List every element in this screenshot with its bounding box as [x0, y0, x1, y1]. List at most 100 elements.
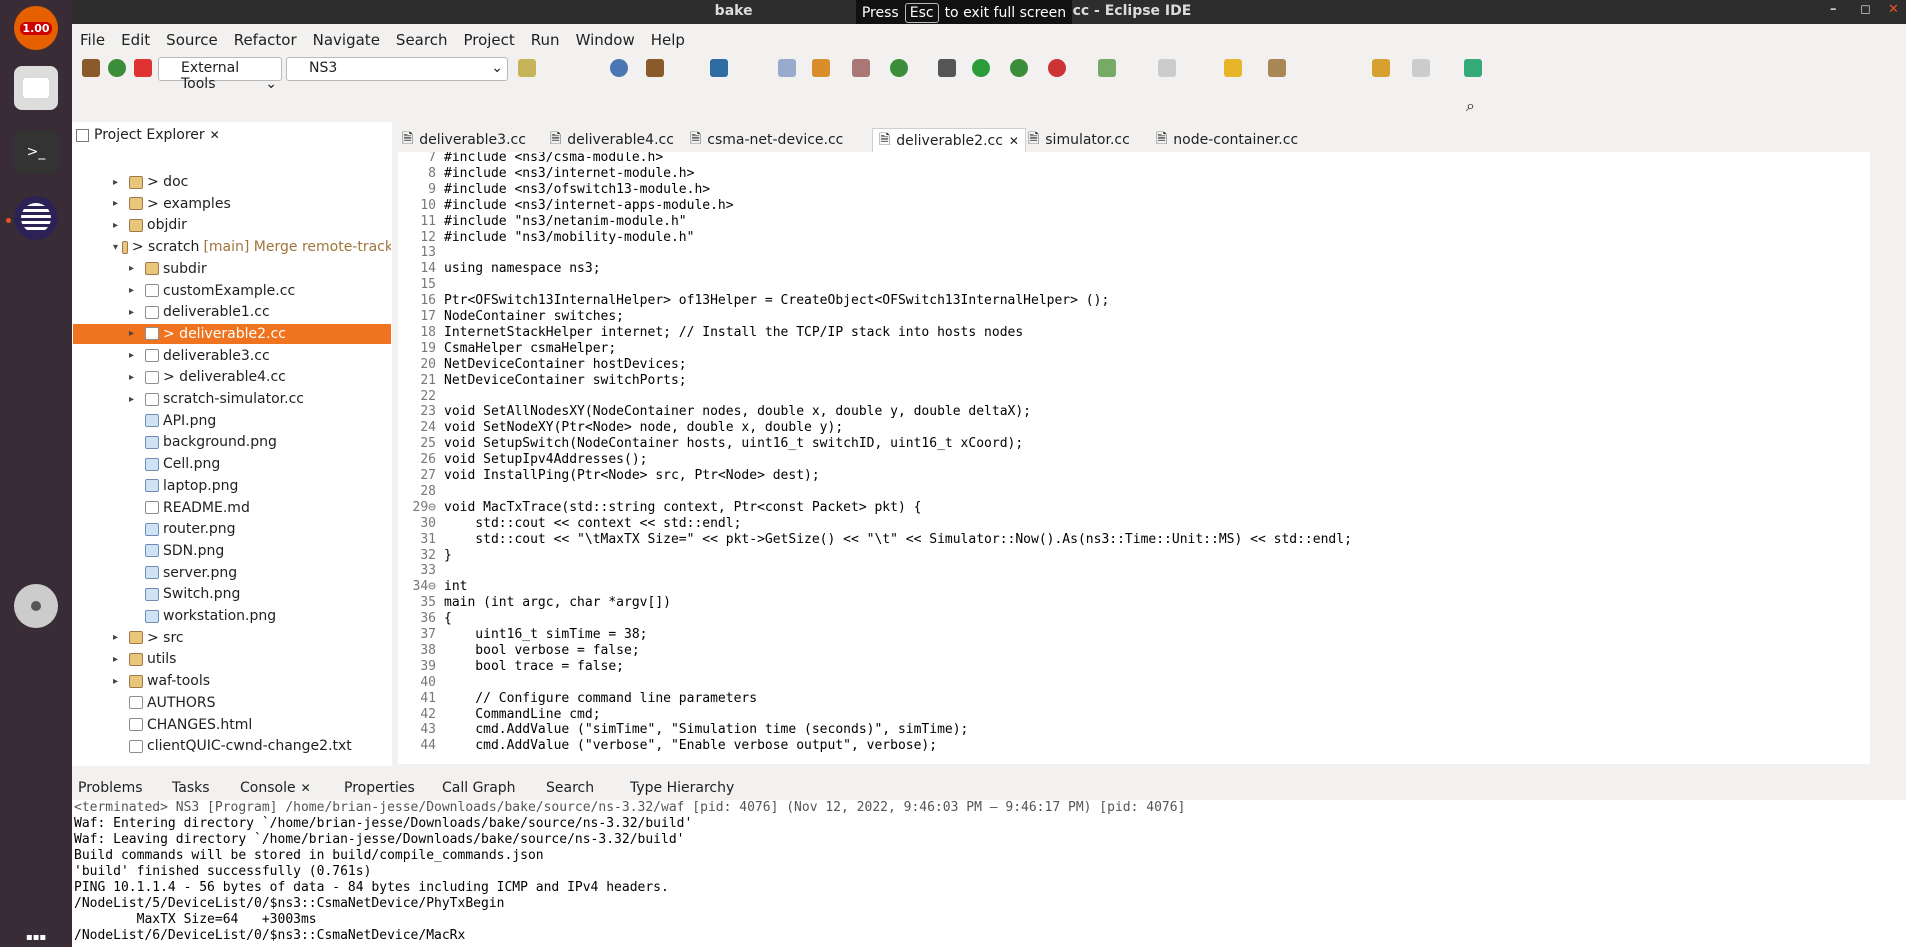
tree-item[interactable]: ▸ waf-tools [73, 671, 391, 691]
highlight-icon[interactable] [1224, 59, 1242, 77]
tree-item[interactable]: workstation.png [73, 606, 391, 626]
tab-deliverable2[interactable]: 🗎 deliverable2.cc ✕ [872, 128, 1026, 152]
tab-tasks[interactable]: Tasks [172, 780, 210, 796]
coverage-icon[interactable] [1010, 59, 1028, 77]
hammer-icon[interactable] [646, 59, 664, 77]
tree-item[interactable]: Cell.png [73, 454, 391, 474]
open-type-icon[interactable] [778, 59, 796, 77]
tree-item[interactable]: ▸ subdir [73, 259, 391, 279]
tree-item[interactable]: clientQUIC-cwnd-change2.txt [73, 736, 391, 756]
expand-arrow-icon[interactable]: ▾ [113, 242, 118, 253]
project-explorer-tab[interactable]: Project Explorer ✕ [76, 127, 220, 143]
console-output[interactable]: <terminated> NS3 [Program] /home/brian-j… [72, 800, 1906, 947]
tree-item[interactable]: background.png [73, 432, 391, 452]
maximize-icon[interactable]: ◻ [1860, 2, 1871, 17]
open-perspective-icon[interactable] [1098, 59, 1116, 77]
expand-arrow-icon[interactable]: ▸ [113, 198, 125, 209]
task-icon[interactable] [852, 59, 870, 77]
expand-arrow-icon[interactable]: ▸ [129, 285, 141, 296]
expand-arrow-icon[interactable]: ▸ [113, 676, 125, 687]
tab-problems[interactable]: Problems [78, 780, 143, 796]
gear-icon[interactable] [938, 59, 956, 77]
search-icon[interactable]: ⌕ [1466, 96, 1475, 116]
tree-item[interactable]: ▸ customExample.cc [73, 281, 391, 301]
run-icon[interactable] [972, 59, 990, 77]
firefox-icon[interactable]: 1.00 [14, 6, 58, 50]
tab-properties[interactable]: Properties [344, 780, 415, 796]
close-icon[interactable]: ✕ [210, 128, 220, 142]
expand-arrow-icon[interactable]: ▸ [129, 350, 141, 361]
disc-icon[interactable] [14, 584, 58, 628]
terminal-icon[interactable]: >_ [14, 130, 58, 174]
expand-arrow-icon[interactable]: ▸ [129, 328, 141, 339]
files-icon[interactable] [14, 66, 58, 110]
menu-search[interactable]: Search [388, 24, 456, 49]
tree-item[interactable]: ▸ > deliverable4.cc [73, 367, 391, 387]
expand-arrow-icon[interactable]: ▸ [113, 654, 125, 665]
tab-csma-net-device[interactable]: 🗎 csma-net-device.cc [690, 128, 843, 152]
close-icon[interactable]: ✕ [301, 781, 311, 795]
tab-search[interactable]: Search [546, 780, 594, 796]
launch-config-select[interactable]: NS3 ⌄ [286, 57, 508, 81]
next-annotation-icon[interactable] [1268, 59, 1286, 77]
tab-deliverable4[interactable]: 🗎 deliverable4.cc [550, 128, 674, 152]
toggle-mark-icon[interactable] [1158, 59, 1176, 77]
tree-item[interactable]: router.png [73, 519, 391, 539]
expand-arrow-icon[interactable]: ▸ [129, 263, 141, 274]
tree-item[interactable]: ▸ > src [73, 628, 391, 648]
minimize-icon[interactable]: – [1830, 2, 1837, 17]
tab-deliverable3[interactable]: 🗎 deliverable3.cc [402, 128, 526, 152]
tree-item[interactable]: ▸ utils [73, 649, 391, 669]
menu-navigate[interactable]: Navigate [305, 24, 388, 49]
menu-project[interactable]: Project [455, 24, 522, 49]
package-icon[interactable] [812, 59, 830, 77]
menu-help[interactable]: Help [643, 24, 693, 49]
tree-item[interactable]: ▸ > doc [73, 172, 391, 192]
expand-arrow-icon[interactable]: ▸ [113, 632, 125, 643]
expand-arrow-icon[interactable]: ▸ [129, 394, 141, 405]
tab-call-graph[interactable]: Call Graph [442, 780, 516, 796]
menu-refactor[interactable]: Refactor [226, 24, 305, 49]
close-icon[interactable]: ✕ [1009, 134, 1019, 148]
tree-item[interactable]: ▸ deliverable1.cc [73, 302, 391, 322]
menu-window[interactable]: Window [568, 24, 643, 49]
tree-item[interactable]: ▸ scratch-simulator.cc [73, 389, 391, 409]
eclipse-icon[interactable] [14, 196, 58, 240]
tree-item[interactable]: README.md [73, 498, 391, 518]
profile-icon[interactable] [1048, 59, 1066, 77]
expand-arrow-icon[interactable]: ▸ [129, 307, 141, 318]
tree-item[interactable]: CHANGES.html [73, 715, 391, 735]
menu-edit[interactable]: Edit [113, 24, 158, 49]
debug-icon[interactable] [610, 59, 628, 77]
apps-grid-icon[interactable]: ▪▪▪ [14, 930, 58, 944]
tree-item[interactable]: laptop.png [73, 476, 391, 496]
external-tools-select[interactable]: External Tools ⌄ [158, 57, 282, 92]
build-icon[interactable] [82, 59, 100, 77]
tree-item[interactable]: server.png [73, 563, 391, 583]
stop-icon[interactable] [134, 59, 152, 77]
tree-item[interactable]: SDN.png [73, 541, 391, 561]
expand-arrow-icon[interactable]: ▸ [129, 372, 141, 383]
tree-item[interactable]: ▸ deliverable3.cc [73, 346, 391, 366]
forward-icon[interactable] [1412, 59, 1430, 77]
expand-arrow-icon[interactable]: ▸ [113, 177, 125, 188]
close-icon[interactable]: ✕ [1888, 2, 1899, 17]
tab-node-container[interactable]: 🗎 node-container.cc [1156, 128, 1298, 152]
tree-item[interactable]: Switch.png [73, 584, 391, 604]
code-editor[interactable]: 7 #include <ns3/csma-module.h> 8 #include <… [398, 152, 1870, 764]
run-config-icon[interactable] [108, 59, 126, 77]
tree-item[interactable]: ▾ > scratch [main] Merge remote-track [73, 237, 391, 257]
menu-source[interactable]: Source [158, 24, 226, 49]
expand-arrow-icon[interactable]: ▸ [113, 220, 125, 231]
tree-item[interactable]: ▸ objdir [73, 215, 391, 235]
tab-simulator[interactable]: 🗎 simulator.cc [1028, 128, 1130, 152]
refresh-icon[interactable] [890, 59, 908, 77]
tab-type-hierarchy[interactable]: Type Hierarchy [630, 780, 734, 796]
tree-item[interactable]: AUTHORS [73, 693, 391, 713]
tab-console[interactable]: Console ✕ [240, 780, 311, 796]
console-icon[interactable] [710, 59, 728, 77]
menu-file[interactable]: File [72, 24, 113, 49]
tree-item[interactable]: ▸ > examples [73, 194, 391, 214]
pin-icon[interactable] [1464, 59, 1482, 77]
menu-run[interactable]: Run [523, 24, 568, 49]
